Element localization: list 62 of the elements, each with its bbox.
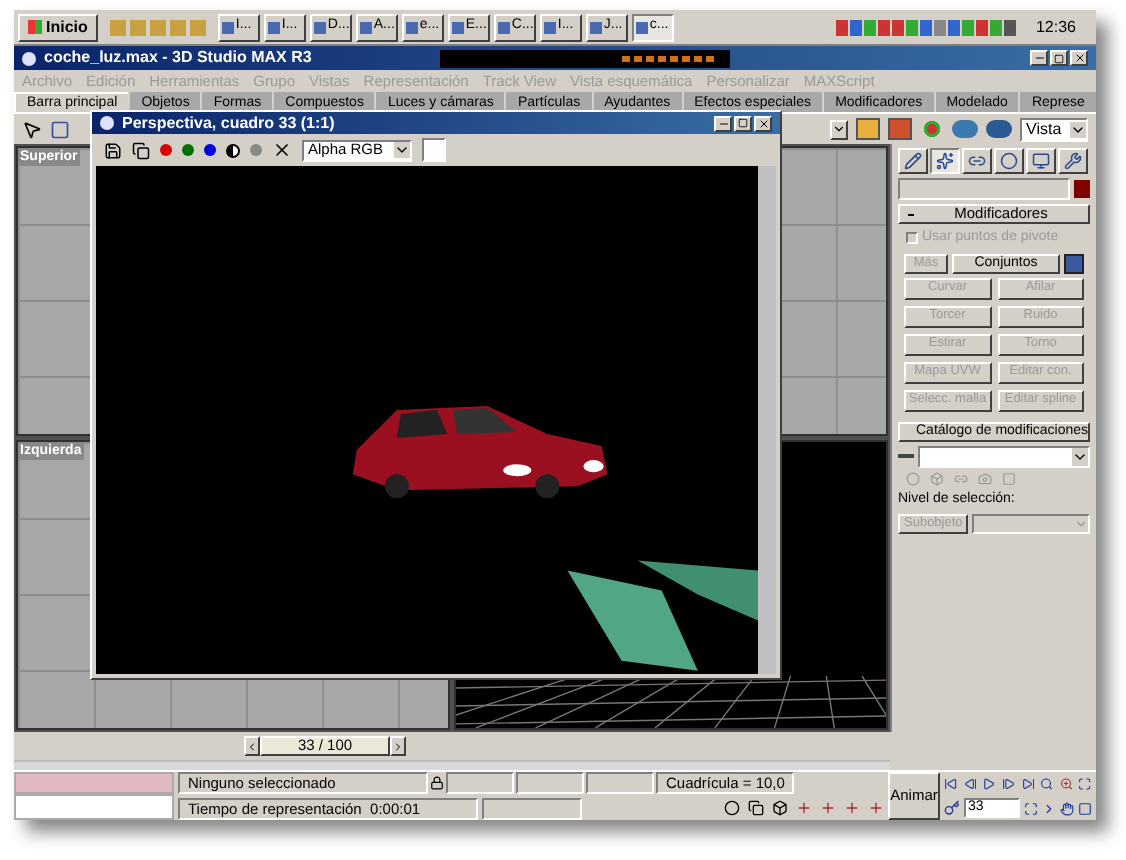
app-logo-icon xyxy=(100,116,114,130)
next-frame-button[interactable] xyxy=(390,736,406,756)
pencil-icon[interactable] xyxy=(898,148,928,174)
hierarchy-icon[interactable] xyxy=(962,148,992,174)
save-icon[interactable] xyxy=(104,141,122,159)
playback-controls-icons[interactable] xyxy=(944,772,1092,794)
listener-field[interactable] xyxy=(14,772,174,794)
subobject-dropdown[interactable] xyxy=(972,514,1090,534)
region-select-icon[interactable] xyxy=(50,119,70,139)
maximize-button[interactable] xyxy=(1050,50,1068,66)
object-name-field[interactable] xyxy=(898,178,1070,200)
windows-logo-icon xyxy=(28,20,42,34)
modifier-stack-dropdown[interactable] xyxy=(918,445,1090,467)
maximize-icon xyxy=(1054,53,1064,63)
wrench-icon[interactable] xyxy=(1058,148,1088,174)
listener-field[interactable] xyxy=(14,794,174,820)
start-button[interactable]: Inicio xyxy=(18,13,98,41)
circle-icon[interactable] xyxy=(994,148,1024,174)
dropdown-button[interactable] xyxy=(830,119,848,139)
key-icon[interactable] xyxy=(944,800,960,816)
close-icon xyxy=(757,117,769,129)
caret-icon[interactable] xyxy=(1072,447,1088,465)
minimize-button[interactable] xyxy=(1030,50,1048,66)
close-icon xyxy=(1073,52,1085,64)
coordinate-field[interactable] xyxy=(586,772,654,794)
chevron-right-icon xyxy=(392,739,404,753)
caret-icon[interactable] xyxy=(394,142,410,158)
track-bar[interactable] xyxy=(14,760,890,770)
minimize-icon xyxy=(717,117,729,129)
coordinate-field[interactable] xyxy=(516,772,584,794)
clone-icon[interactable] xyxy=(132,141,150,159)
color-swatch[interactable] xyxy=(422,138,446,162)
prompt-field xyxy=(482,797,582,819)
coordinate-field[interactable] xyxy=(446,772,514,794)
minimize-icon xyxy=(1033,52,1045,64)
channel-toggle[interactable] xyxy=(204,144,216,156)
view-dropdown[interactable]: Vista xyxy=(1020,117,1088,141)
object-color-swatch[interactable] xyxy=(1074,180,1090,198)
clock: 12:36 xyxy=(1033,15,1078,39)
close-button[interactable] xyxy=(754,115,772,131)
close-button[interactable] xyxy=(1070,50,1088,66)
previous-frame-button[interactable] xyxy=(244,736,260,756)
minimize-button[interactable] xyxy=(714,115,732,131)
maximize-icon xyxy=(738,118,748,128)
clear-icon[interactable] xyxy=(272,140,292,160)
app-logo-icon xyxy=(22,51,36,65)
maximize-button[interactable] xyxy=(734,115,752,131)
caret-icon xyxy=(832,122,846,136)
system-tray-icons[interactable] xyxy=(835,19,1016,35)
monochrome-icon[interactable] xyxy=(226,143,240,157)
caret-icon[interactable] xyxy=(1070,121,1086,137)
chevron-left-icon xyxy=(246,739,258,753)
window-title: coche_luz.max - 3D Studio MAX R3 xyxy=(44,46,312,70)
lock-icon[interactable] xyxy=(430,776,444,790)
vertical-scrollbar[interactable] xyxy=(758,166,776,674)
render-window-title: Perspectiva, cuadro 33 (1:1) xyxy=(122,111,335,135)
monitor-icon[interactable] xyxy=(1026,148,1056,174)
channel-toggle[interactable] xyxy=(160,144,172,156)
channel-toggle[interactable] xyxy=(182,144,194,156)
view-navigation-icons[interactable] xyxy=(1024,801,1092,815)
select-arrow-icon[interactable] xyxy=(22,119,42,139)
snap-tool-icons[interactable] xyxy=(724,800,884,816)
